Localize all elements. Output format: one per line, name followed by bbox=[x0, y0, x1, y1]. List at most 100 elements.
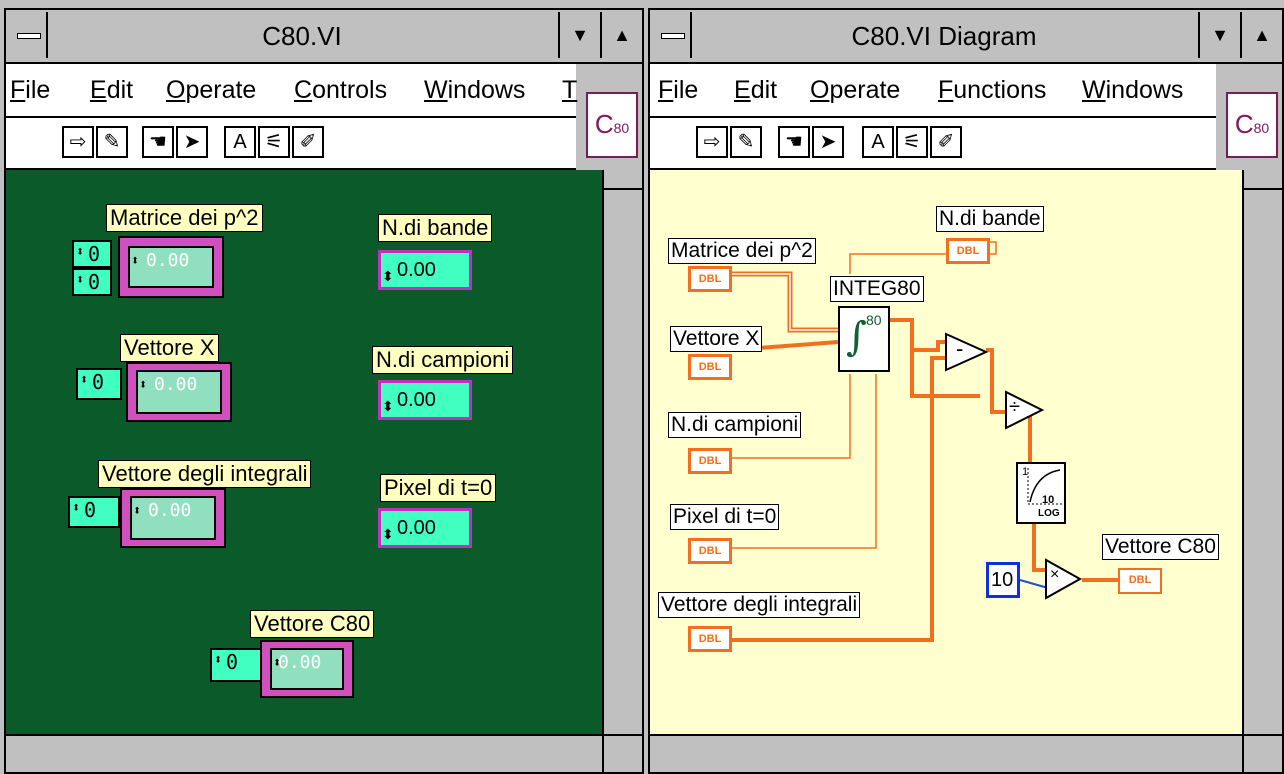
label-n-bande[interactable]: N.di bande bbox=[378, 214, 493, 242]
term-label-vettore-x[interactable]: Vettore X bbox=[670, 326, 763, 352]
constant-10[interactable]: 10 bbox=[986, 562, 1020, 598]
horizontal-scrollbar[interactable] bbox=[6, 734, 602, 772]
term-matrice[interactable]: DBL bbox=[688, 266, 732, 292]
term-vettore-c80[interactable]: DBL bbox=[1118, 568, 1162, 594]
vettore-c80-array-frame[interactable]: 0.00 bbox=[260, 640, 354, 698]
n-campioni-control[interactable]: 0.00 bbox=[378, 380, 472, 423]
wire-log-out bbox=[1032, 522, 1046, 572]
pixel-t0-control[interactable]: 0.00 bbox=[378, 508, 472, 551]
menu-operate[interactable]: Operate bbox=[166, 76, 256, 105]
menu-functions[interactable]: Functions bbox=[938, 76, 1046, 105]
subvi-label[interactable]: INTEG80 bbox=[830, 276, 924, 302]
window-title: C80.VI Diagram bbox=[851, 21, 1037, 51]
minimize-button[interactable]: ▼ bbox=[1198, 12, 1240, 58]
tool-palette: ⇨ ✎ ☚ ➤ A ⚟ ✐ bbox=[6, 118, 576, 170]
block-diagram-window: C80.VI Diagram ▼ ▲ File Edit Operate Fun… bbox=[648, 8, 1284, 774]
edit-mode-icon[interactable]: ✎ bbox=[96, 126, 128, 158]
subtract-glyph: - bbox=[956, 336, 964, 361]
vettore-integrali-array-frame[interactable]: 0.00 bbox=[120, 488, 226, 548]
menu-edit[interactable]: Edit bbox=[734, 76, 777, 105]
matrice-index-col[interactable]: 0 bbox=[72, 268, 112, 296]
vi-icon-subscript: 80 bbox=[1253, 120, 1270, 136]
system-menu-button[interactable] bbox=[652, 12, 692, 58]
position-arrow-icon[interactable]: ➤ bbox=[176, 126, 208, 158]
term-label-n-bande[interactable]: N.di bande bbox=[936, 206, 1044, 232]
wiring-tool-icon[interactable]: ⚟ bbox=[896, 126, 928, 158]
wire-subtract-out bbox=[986, 348, 1006, 414]
position-arrow-icon[interactable]: ➤ bbox=[812, 126, 844, 158]
vettore-integrali-element[interactable]: 0.00 bbox=[130, 496, 216, 540]
term-label-pixel-t0[interactable]: Pixel di t=0 bbox=[670, 504, 780, 530]
maximize-button[interactable]: ▲ bbox=[600, 12, 642, 58]
menu-windows[interactable]: Windows bbox=[1082, 76, 1183, 105]
vettore-x-index[interactable]: 0 bbox=[76, 368, 122, 400]
maximize-button[interactable]: ▲ bbox=[1240, 12, 1282, 58]
system-menu-button[interactable] bbox=[8, 12, 48, 58]
menu-operate[interactable]: Operate bbox=[810, 76, 900, 105]
maximize-icon: ▲ bbox=[1253, 25, 1271, 45]
matrice-element[interactable]: 0.00 bbox=[128, 246, 214, 288]
menu-edit[interactable]: Edit bbox=[90, 76, 133, 105]
term-vettore-integrali[interactable]: DBL bbox=[688, 626, 732, 652]
wiring-tool-icon[interactable]: ⚟ bbox=[258, 126, 290, 158]
vettore-integrali-index[interactable]: 0 bbox=[68, 496, 120, 528]
vettore-x-array-frame[interactable]: 0.00 bbox=[126, 362, 232, 422]
run-icon[interactable]: ⇨ bbox=[696, 126, 728, 158]
text-tool-icon[interactable]: A bbox=[862, 126, 894, 158]
vi-icon-c80[interactable]: C80 bbox=[1226, 92, 1278, 158]
operate-hand-icon[interactable]: ☚ bbox=[778, 126, 810, 158]
label-vettore-c80[interactable]: Vettore C80 bbox=[250, 610, 375, 638]
title-bar[interactable]: C80.VI ▼ ▲ bbox=[6, 10, 642, 64]
subvi-integ80[interactable]: ∫ 80 bbox=[838, 306, 890, 372]
subvi-icon-text: 80 bbox=[866, 312, 882, 328]
log10-function[interactable]: 1 10 LOG bbox=[1016, 462, 1066, 524]
vertical-scrollbar[interactable] bbox=[602, 170, 642, 734]
minimize-icon: ▼ bbox=[1211, 25, 1229, 45]
maximize-icon: ▲ bbox=[613, 25, 631, 45]
menu-truncated[interactable]: T bbox=[562, 76, 577, 105]
vertical-scrollbar[interactable] bbox=[1242, 170, 1282, 734]
menu-windows[interactable]: Windows bbox=[424, 76, 525, 105]
front-panel-window: C80.VI ▼ ▲ File Edit Operate Controls Wi… bbox=[4, 8, 644, 774]
term-label-n-campioni[interactable]: N.di campioni bbox=[668, 412, 802, 438]
scroll-corner bbox=[602, 734, 642, 772]
term-label-matrice[interactable]: Matrice dei p^2 bbox=[668, 238, 816, 264]
menu-controls[interactable]: Controls bbox=[294, 76, 387, 105]
scroll-corner bbox=[1242, 734, 1282, 772]
minimize-button[interactable]: ▼ bbox=[558, 12, 600, 58]
wire-matrice-inner bbox=[732, 273, 838, 331]
text-tool-icon[interactable]: A bbox=[224, 126, 256, 158]
term-label-vettore-c80[interactable]: Vettore C80 bbox=[1102, 534, 1219, 560]
n-bande-control[interactable]: 0.00 bbox=[378, 250, 472, 293]
term-n-campioni[interactable]: DBL bbox=[688, 448, 732, 474]
term-n-bande[interactable]: DBL bbox=[946, 238, 990, 264]
matrice-index-row[interactable]: 0 bbox=[72, 240, 112, 268]
term-pixel-t0[interactable]: DBL bbox=[688, 538, 732, 564]
front-panel-area: Matrice dei p^2 0 0 0.00 Vettore X 0 0.0… bbox=[6, 170, 602, 734]
diagram-area: - ÷ × Matrice dei p^2 DBL Vettore X DBL … bbox=[650, 170, 1242, 734]
edit-mode-icon[interactable]: ✎ bbox=[730, 126, 762, 158]
matrice-array-frame[interactable]: 0.00 bbox=[118, 236, 224, 298]
multiply-glyph: × bbox=[1050, 566, 1060, 583]
color-brush-icon[interactable]: ✐ bbox=[292, 126, 324, 158]
vi-icon-c80[interactable]: C80 bbox=[586, 92, 638, 158]
label-pixel-t0[interactable]: Pixel di t=0 bbox=[380, 474, 497, 502]
operate-hand-icon[interactable]: ☚ bbox=[142, 126, 174, 158]
run-icon[interactable]: ⇨ bbox=[62, 126, 94, 158]
menu-file[interactable]: File bbox=[10, 76, 50, 105]
vettore-x-element[interactable]: 0.00 bbox=[136, 370, 222, 414]
label-n-campioni[interactable]: N.di campioni bbox=[372, 346, 514, 374]
color-brush-icon[interactable]: ✐ bbox=[930, 126, 962, 158]
title-bar[interactable]: C80.VI Diagram ▼ ▲ bbox=[650, 10, 1282, 64]
window-title: C80.VI bbox=[262, 21, 342, 51]
label-vettore-x[interactable]: Vettore X bbox=[120, 334, 219, 362]
label-vettore-integrali[interactable]: Vettore degli integrali bbox=[98, 460, 312, 488]
term-vettore-x[interactable]: DBL bbox=[688, 354, 732, 380]
term-label-vettore-integrali[interactable]: Vettore degli integrali bbox=[658, 592, 861, 618]
label-matrice[interactable]: Matrice dei p^2 bbox=[106, 204, 263, 232]
menu-bar: File Edit Operate Functions Windows bbox=[650, 64, 1216, 118]
vettore-c80-index[interactable]: 0 bbox=[210, 648, 264, 682]
wire-matrice bbox=[732, 271, 838, 333]
menu-file[interactable]: File bbox=[658, 76, 698, 105]
horizontal-scrollbar[interactable] bbox=[650, 734, 1242, 772]
